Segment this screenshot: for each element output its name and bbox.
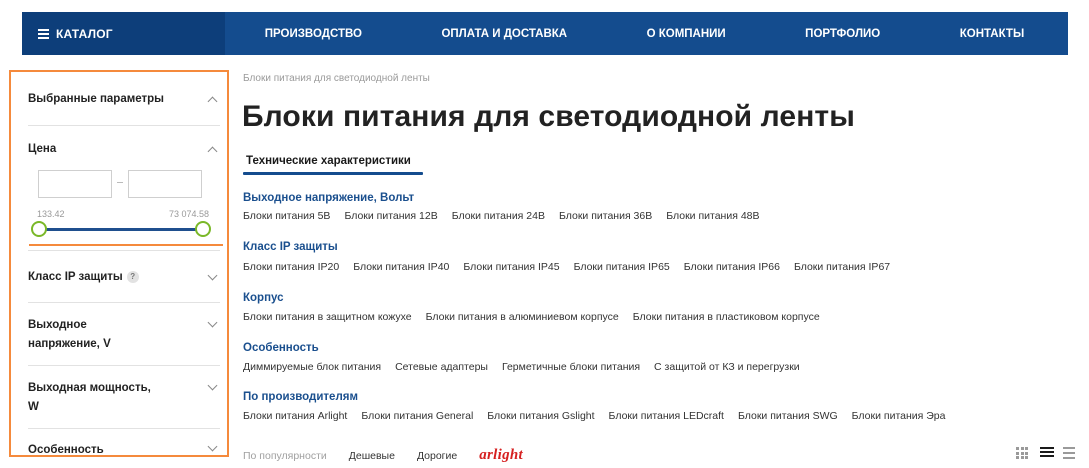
price-dash [117, 182, 123, 183]
catalog-label: КАТАЛОГ [56, 26, 113, 41]
price-max-input[interactable] [128, 170, 202, 198]
link-item[interactable]: Сетевые адаптеры [395, 361, 488, 373]
link-item[interactable]: Блоки питания Gslight [487, 410, 594, 422]
link-item[interactable]: Диммируемые блок питания [243, 361, 381, 373]
price-range-max-label: 73 074.58 [168, 209, 209, 219]
link-item[interactable]: Блоки питания General [361, 410, 473, 422]
link-item[interactable]: Блоки питания Эра [852, 410, 946, 422]
link-item[interactable]: Блоки питания 36В [559, 210, 652, 222]
link-item[interactable]: С защитой от КЗ и перегрузки [654, 361, 800, 373]
ip-class-label: Класс IP защиты [28, 271, 123, 283]
link-item[interactable]: Блоки питания IP67 [794, 261, 890, 273]
nav-item-portfolio[interactable]: ПОРТФОЛИО [805, 28, 880, 40]
sort-cheap[interactable]: Дешевые [349, 450, 395, 462]
sort-bar: По популярности Дешевые Дорогие arlight [243, 447, 545, 464]
catalog-menu-button[interactable]: КАТАЛОГ [22, 12, 225, 55]
tab-active-underline [243, 172, 423, 175]
link-item[interactable]: Блоки питания Arlight [243, 410, 347, 422]
chevron-down-icon[interactable] [207, 380, 218, 391]
arlight-logo[interactable]: arlight [479, 447, 523, 464]
link-item[interactable]: Блоки питания 24В [452, 210, 545, 222]
price-range-max-handle[interactable] [195, 221, 211, 237]
link-item[interactable]: Блоки питания 5В [243, 210, 330, 222]
link-item[interactable]: Блоки питания в пластиковом корпусе [633, 311, 820, 323]
grid-view-icon[interactable] [1016, 447, 1028, 459]
group-links-feature: Диммируемые блок питания Сетевые адаптеры… [243, 361, 814, 373]
chevron-down-icon[interactable] [207, 317, 218, 328]
tab-technical-characteristics[interactable]: Технические характеристики [246, 155, 411, 167]
price-min-input[interactable] [38, 170, 112, 198]
price-range-track[interactable] [39, 228, 202, 231]
help-icon[interactable]: ? [126, 271, 139, 283]
filter-section-power[interactable]: Выходная мощность, W [28, 366, 220, 429]
nav-item-contacts[interactable]: КОНТАКТЫ [960, 28, 1024, 40]
filter-section-ip-class[interactable]: Класс IP защиты? [28, 250, 220, 303]
top-navigation: КАТАЛОГ ПРОИЗВОДСТВО ОПЛАТА И ДОСТАВКА О… [22, 12, 1068, 55]
link-item[interactable]: Блоки питания 12В [344, 210, 437, 222]
compact-list-view-icon[interactable] [1063, 447, 1075, 459]
filter-section-voltage[interactable]: Выходное напряжение, V [28, 303, 220, 366]
sort-popularity[interactable]: По популярности [243, 450, 327, 462]
group-title-housing: Корпус [243, 292, 284, 304]
filter-sidebar: Выбранные параметры Цена 133.42 73 074.5… [9, 70, 229, 457]
link-item[interactable]: Блоки питания 48В [666, 210, 759, 222]
filter-title-selected: Выбранные параметры [28, 93, 164, 105]
nav-item-payment-delivery[interactable]: ОПЛАТА И ДОСТАВКА [441, 28, 567, 40]
group-title-feature: Особенность [243, 342, 319, 354]
link-item[interactable]: Блоки питания IP40 [353, 261, 449, 273]
filter-title-power: Выходная мощность, W [28, 382, 151, 413]
link-item[interactable]: Блоки питания в алюминиевом корпусе [426, 311, 619, 323]
chevron-down-icon[interactable] [207, 441, 218, 452]
list-view-icon[interactable] [1040, 447, 1054, 459]
link-item[interactable]: Герметичные блоки питания [502, 361, 640, 373]
link-item[interactable]: Блоки питания в защитном кожухе [243, 311, 412, 323]
filter-title-voltage: Выходное напряжение, V [28, 319, 111, 350]
filter-section-feature[interactable]: Особенность [28, 429, 220, 456]
group-links-manufacturers: Блоки питания Arlight Блоки питания Gener… [243, 410, 959, 422]
nav-items: ПРОИЗВОДСТВО ОПЛАТА И ДОСТАВКА О КОМПАНИ… [225, 28, 1068, 40]
filter-title-price: Цена [28, 143, 57, 155]
group-title-ip-class: Класс IP защиты [243, 241, 338, 253]
price-range-min-handle[interactable] [31, 221, 47, 237]
filter-title-feature: Особенность [28, 444, 104, 456]
filter-title-ip-class: Класс IP защиты? [28, 268, 139, 287]
sort-expensive[interactable]: Дорогие [417, 450, 457, 462]
price-range-min-label: 133.42 [37, 209, 65, 219]
chevron-up-icon[interactable] [207, 146, 218, 157]
nav-item-about[interactable]: О КОМПАНИИ [647, 28, 726, 40]
chevron-down-icon[interactable] [207, 270, 218, 281]
hamburger-icon [38, 27, 49, 41]
link-item[interactable]: Блоки питания IP20 [243, 261, 339, 273]
link-item[interactable]: Блоки питания SWG [738, 410, 838, 422]
page-title: Блоки питания для светодиодной ленты [242, 100, 855, 133]
link-item[interactable]: Блоки питания IP65 [574, 261, 670, 273]
link-item[interactable]: Блоки питания IP66 [684, 261, 780, 273]
highlight-line [29, 244, 223, 246]
filter-section-selected[interactable]: Выбранные параметры [28, 72, 220, 126]
link-item[interactable]: Блоки питания LEDcraft [609, 410, 724, 422]
nav-item-production[interactable]: ПРОИЗВОДСТВО [265, 28, 362, 40]
breadcrumb[interactable]: Блоки питания для светодиодной ленты [243, 73, 430, 84]
group-title-manufacturers: По производителям [243, 391, 358, 403]
group-links-housing: Блоки питания в защитном кожухе Блоки пит… [243, 311, 834, 323]
group-links-voltage: Блоки питания 5В Блоки питания 12В Блоки п… [243, 210, 774, 222]
chevron-up-icon[interactable] [207, 96, 218, 107]
group-links-ip-class: Блоки питания IP20 Блоки питания IP40 Блок… [243, 261, 904, 273]
group-title-voltage: Выходное напряжение, Вольт [243, 192, 415, 204]
link-item[interactable]: Блоки питания IP45 [463, 261, 559, 273]
